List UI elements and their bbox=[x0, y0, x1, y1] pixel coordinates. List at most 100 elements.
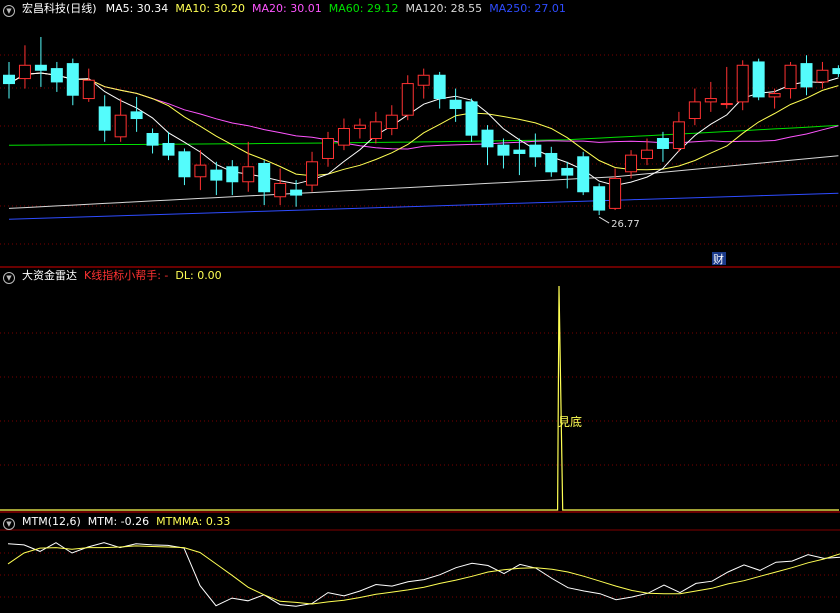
candle bbox=[50, 61, 63, 92]
candle-body bbox=[449, 99, 462, 110]
candle-body bbox=[784, 64, 797, 90]
price-header: ▼ 宏昌科技(日线) MA5: 30.34 MA10: 30.20 MA20: 30.0… bbox=[0, 0, 580, 18]
low-annotation-label: 26.77 bbox=[611, 219, 640, 230]
finance-marker-label: 财 bbox=[713, 252, 724, 266]
candle-body bbox=[672, 121, 685, 149]
ma60-line bbox=[8, 124, 839, 146]
candle bbox=[3, 61, 15, 99]
radar-header: ▼ 大资金雷达 K线指标小帮手: - DL: 0.00 bbox=[0, 267, 229, 285]
candle-body bbox=[34, 64, 47, 71]
mtm-value: MTM: -0.26 bbox=[87, 515, 150, 528]
collapse-triangle-icon[interactable]: ▼ bbox=[3, 5, 15, 17]
candle bbox=[34, 36, 47, 87]
price-panel: 26.77 财 bbox=[3, 36, 840, 266]
candle-body bbox=[3, 74, 15, 85]
candle-body bbox=[337, 128, 350, 146]
ma120-line bbox=[8, 155, 839, 209]
candle-body bbox=[290, 189, 303, 196]
ma-legend-item: MA120: 28.55 bbox=[405, 2, 483, 15]
candle-body bbox=[385, 114, 398, 130]
candle bbox=[194, 150, 207, 191]
candle-body bbox=[178, 151, 191, 178]
candle bbox=[337, 118, 350, 151]
radar-panel: 見底 bbox=[0, 285, 839, 511]
candle-body bbox=[353, 124, 366, 130]
ma-legend-item: MA5: 30.34 bbox=[105, 2, 169, 15]
candle-body bbox=[194, 164, 207, 178]
candle-body bbox=[752, 61, 765, 98]
candle bbox=[417, 68, 430, 99]
candle-body bbox=[146, 133, 159, 146]
candle bbox=[66, 58, 79, 106]
ma250-line bbox=[8, 192, 839, 220]
candle bbox=[82, 68, 95, 102]
candle bbox=[625, 150, 638, 179]
candle-body bbox=[688, 101, 701, 120]
candle bbox=[290, 180, 303, 207]
ma-legend-item: MA250: 27.01 bbox=[489, 2, 566, 15]
candle-body bbox=[226, 166, 239, 183]
candle-body bbox=[130, 111, 143, 120]
candle bbox=[720, 66, 733, 109]
candle bbox=[146, 128, 159, 154]
candle bbox=[465, 98, 478, 142]
candle bbox=[401, 75, 414, 121]
candle-body bbox=[545, 152, 558, 173]
candle-body bbox=[274, 182, 287, 198]
ma-legend-item: MA20: 30.01 bbox=[252, 2, 322, 15]
ma-legend: MA5: 30.34 MA10: 30.20 MA20: 30.01 MA60: 29… bbox=[106, 2, 573, 15]
candle bbox=[98, 95, 111, 142]
candle bbox=[353, 118, 366, 139]
candle bbox=[688, 88, 701, 126]
candle bbox=[449, 88, 462, 122]
candle bbox=[258, 160, 271, 206]
candle-body bbox=[593, 186, 606, 211]
candle-body bbox=[497, 144, 510, 156]
ma-legend-item: MA10: 30.20 bbox=[175, 2, 246, 15]
candle-body bbox=[800, 63, 813, 88]
candle-body bbox=[417, 74, 430, 86]
candle bbox=[162, 131, 175, 161]
candle-body bbox=[832, 68, 840, 75]
candle-body bbox=[609, 177, 622, 209]
candle-body bbox=[369, 121, 382, 139]
candle bbox=[593, 183, 606, 216]
candle-body bbox=[561, 167, 574, 176]
candle-body bbox=[82, 79, 95, 100]
candle bbox=[18, 45, 31, 89]
mtm-header: ▼ MTM(12,6) MTM: -0.26 MTMMA: 0.33 bbox=[0, 513, 237, 531]
candle-body bbox=[66, 63, 79, 96]
candle-body bbox=[114, 114, 127, 138]
candle bbox=[226, 160, 239, 196]
dl-series-line bbox=[0, 285, 839, 511]
candle-body bbox=[322, 137, 334, 159]
candle bbox=[306, 151, 319, 192]
candle bbox=[513, 138, 526, 176]
collapse-triangle-icon[interactable]: ▼ bbox=[3, 272, 15, 284]
candle bbox=[609, 168, 622, 211]
mtmma-value: MTMMA: 0.33 bbox=[156, 515, 231, 528]
candle bbox=[114, 98, 127, 142]
candle bbox=[800, 55, 813, 96]
candle-body bbox=[656, 137, 669, 149]
candle-body bbox=[242, 166, 255, 183]
candle-body bbox=[481, 129, 494, 148]
candle bbox=[784, 61, 797, 99]
candle bbox=[656, 131, 669, 162]
candle-body bbox=[625, 154, 638, 173]
candle bbox=[577, 151, 590, 196]
candle-body bbox=[720, 103, 733, 106]
candle-body bbox=[736, 64, 749, 103]
candle-body bbox=[433, 74, 446, 100]
collapse-triangle-icon[interactable]: ▼ bbox=[3, 518, 15, 530]
stock-title: 宏昌科技(日线) bbox=[22, 2, 97, 15]
low-annotation-pointer bbox=[598, 216, 610, 224]
ma-legend-item: MA60: 29.12 bbox=[328, 2, 399, 15]
candle bbox=[369, 111, 382, 144]
candle bbox=[385, 105, 398, 136]
candle bbox=[529, 133, 542, 167]
candle-body bbox=[529, 144, 542, 158]
candle-body bbox=[306, 161, 319, 186]
candle bbox=[704, 81, 717, 112]
candle-body bbox=[98, 106, 111, 131]
